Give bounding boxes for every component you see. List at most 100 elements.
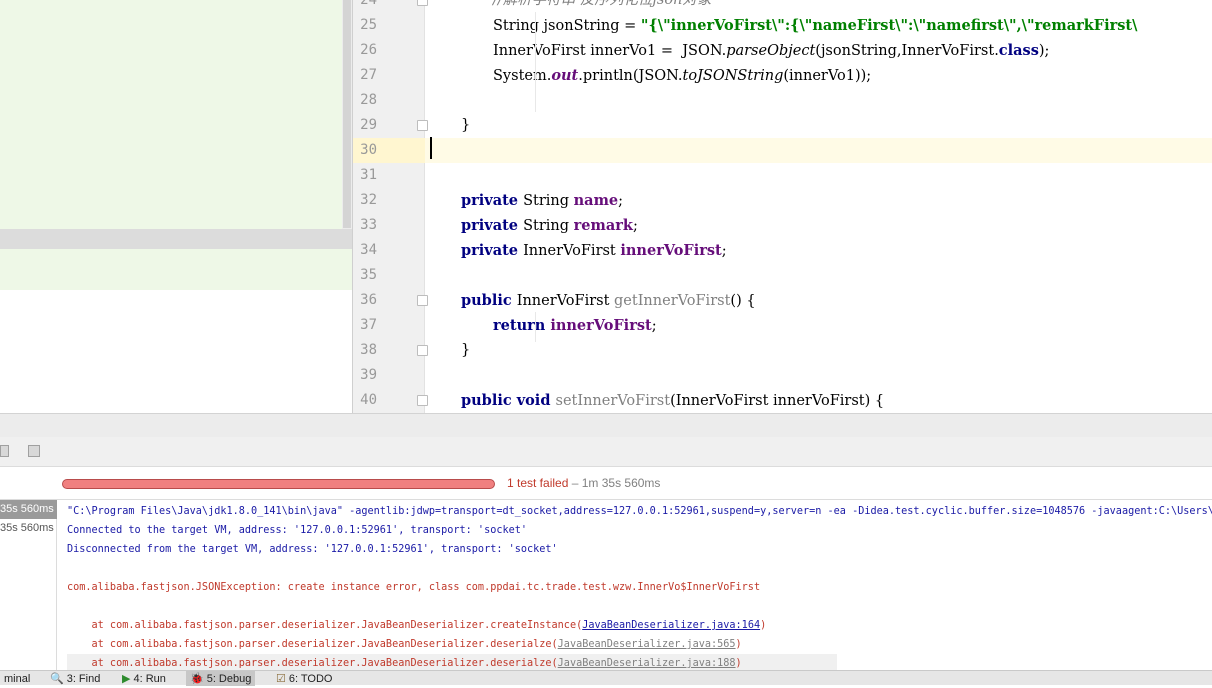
console-text: ) (735, 658, 742, 669)
code-line[interactable]: } (425, 113, 1212, 138)
code-line[interactable]: private String name; (425, 188, 1212, 213)
code-line[interactable]: System.out.println(JSON.toJSONString(inn… (425, 63, 1212, 88)
code-token: name (573, 192, 619, 209)
test-tree-row[interactable]: 35s 560ms (0, 500, 57, 519)
code-token: remark (573, 217, 633, 234)
console-text: ) (735, 639, 742, 650)
console-text: com.alibaba.fastjson.JSONException: crea… (67, 582, 761, 593)
code-text: return innerVoFirst; (493, 313, 657, 339)
code-token: private (461, 242, 524, 259)
code-token: getInnerVoFirst (614, 293, 731, 309)
line-number: 31 (360, 167, 377, 183)
code-line[interactable]: //解析字符串 反序列化位json对象 (425, 0, 1212, 13)
code-editor[interactable]: 24 25 26 27 28 29 30 31 32 33 34 35 36 37 38 39 40 publi… (352, 0, 1212, 413)
find-tool-button[interactable]: 🔍 3: Find (46, 671, 104, 686)
tool-button-label: 3: Find (66, 673, 101, 685)
code-token: String jsonString = (493, 18, 641, 34)
line-number: 27 (360, 67, 377, 83)
code-line[interactable]: private InnerVoFirst innerVoFirst; (425, 238, 1212, 263)
code-text: //解析字符串 反序列化位json对象 (493, 0, 711, 13)
debug-tool-button[interactable]: 🐞 5: Debug (186, 671, 256, 686)
console-line: at com.alibaba.fastjson.parser.deseriali… (67, 654, 837, 670)
code-token: class (998, 42, 1039, 59)
tool-button-label: 6: TODO (288, 673, 333, 685)
line-number: 30 (360, 142, 377, 158)
code-token: ; (618, 193, 624, 209)
code-token: innerVoFirst (550, 317, 652, 334)
console-line: com.alibaba.fastjson.JSONException: crea… (67, 578, 760, 597)
code-token: public (461, 292, 517, 309)
console-line: Disconnected from the target VM, address… (67, 540, 558, 559)
console-text: Connected to the target VM, address: '12… (67, 525, 528, 536)
code-token: String (523, 218, 574, 234)
code-line[interactable] (425, 263, 1212, 288)
line-number: 32 (360, 192, 377, 208)
line-number: 39 (360, 367, 377, 383)
indent-guide (535, 12, 536, 112)
console-text: Disconnected from the target VM, address… (67, 544, 558, 555)
console-line: at com.alibaba.fastjson.parser.deseriali… (67, 635, 742, 654)
code-line[interactable] (425, 163, 1212, 188)
line-number: 29 (360, 117, 377, 133)
line-number: 24 (360, 0, 377, 8)
line-number: 26 (360, 42, 377, 58)
code-line[interactable]: InnerVoFirst innerVo1 = JSON.parseObject… (425, 38, 1212, 63)
console-text: ) (760, 620, 767, 631)
debug-toolbar (0, 437, 1212, 467)
code-line[interactable]: } (425, 338, 1212, 363)
code-line[interactable]: private String remark; (425, 213, 1212, 238)
code-token: private (461, 217, 524, 234)
line-number: 38 (360, 342, 377, 358)
code-line[interactable] (425, 88, 1212, 113)
code-line[interactable]: public void setInnerVoFirst(InnerVoFirst… (425, 388, 1212, 413)
source-link[interactable]: JavaBeanDeserializer.java:565 (558, 639, 736, 650)
test-progress-bar (62, 479, 495, 489)
tool-button-label: minal (4, 673, 31, 685)
code-text: String jsonString = "{\"innerVoFirst\":{… (493, 13, 1137, 39)
console-line: at com.alibaba.fastjson.parser.deseriali… (67, 616, 767, 635)
code-token: toJSONString (682, 68, 784, 84)
current-line[interactable] (425, 138, 1212, 163)
code-line[interactable]: return innerVoFirst; (425, 313, 1212, 338)
run-tool-button[interactable]: ▶ 4: Run (118, 671, 170, 686)
code-token: ); (1038, 43, 1050, 59)
settings-icon[interactable] (0, 445, 9, 457)
code-token: out (551, 67, 579, 84)
todo-tool-button[interactable]: ☑ 6: TODO (272, 671, 336, 686)
line-number: 25 (360, 17, 377, 33)
editor-panel-divider[interactable] (0, 413, 1212, 437)
code-area[interactable]: public void setInnerVoFirst(InnerVoFirst… (425, 0, 1212, 413)
left-panel-lower-area (0, 249, 352, 290)
code-line[interactable]: public InnerVoFirst getInnerVoFirst() { (425, 288, 1212, 313)
code-line[interactable]: String jsonString = "{\"innerVoFirst\":{… (425, 13, 1212, 38)
left-panel-scrollbar[interactable] (342, 0, 352, 238)
test-duration: – 1m 35s 560ms (568, 476, 661, 490)
code-token: ; (632, 218, 638, 234)
code-token: String (523, 193, 574, 209)
code-token: } (461, 342, 471, 358)
code-text: public InnerVoFirst getInnerVoFirst() { (461, 288, 756, 314)
layout-icon[interactable] (28, 445, 40, 457)
code-line[interactable] (425, 363, 1212, 388)
console-line: "C:\Program Files\Java\jdk1.8.0_141\bin\… (67, 502, 1212, 521)
test-tree-row[interactable]: 35s 560ms (0, 519, 57, 538)
line-number: 28 (360, 92, 377, 108)
line-number: 36 (360, 292, 377, 308)
code-token: .println(JSON. (578, 68, 683, 84)
console-output[interactable]: "C:\Program Files\Java\jdk1.8.0_141\bin\… (57, 500, 1212, 670)
code-token: private (461, 192, 524, 209)
left-panel-splitter[interactable] (0, 229, 352, 249)
source-link[interactable]: JavaBeanDeserializer.java:188 (558, 658, 736, 669)
editor-gutter[interactable]: 24 25 26 27 28 29 30 31 32 33 34 35 36 37 38 39 40 (353, 0, 428, 413)
code-token: InnerVoFirst (516, 293, 615, 309)
source-link[interactable]: JavaBeanDeserializer.java:164 (582, 620, 760, 631)
test-status-row: 1 test failed – 1m 35s 560ms (0, 467, 1212, 500)
line-number: 34 (360, 242, 377, 258)
code-token: () { (730, 293, 756, 309)
code-token: return (493, 317, 551, 334)
terminal-tool-button[interactable]: minal (0, 671, 34, 686)
code-token: ; (721, 243, 727, 259)
left-panel-scrollbar-thumb[interactable] (343, 0, 351, 228)
tool-button-label: 4: Run (133, 673, 166, 685)
code-token: public void (461, 392, 556, 409)
